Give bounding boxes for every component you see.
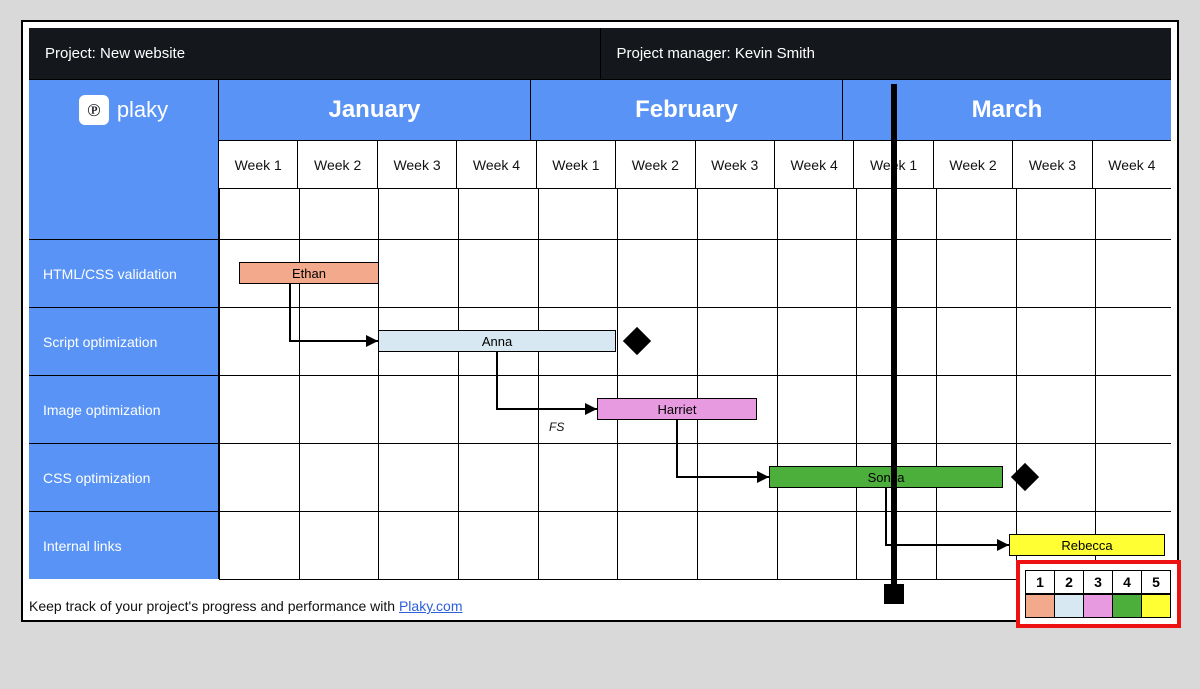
week-cell: Week 4 — [457, 141, 536, 188]
gantt-bar-anna[interactable]: Anna — [378, 330, 616, 352]
dependency-type-label: FS — [549, 420, 564, 434]
brand-text: plaky — [117, 97, 168, 123]
legend-swatch — [1083, 594, 1113, 618]
milestone-icon — [623, 327, 651, 355]
logo-under-spacer — [29, 140, 219, 188]
week-cell: Week 3 — [1013, 141, 1092, 188]
legend-num: 1 — [1025, 570, 1055, 594]
week-cell: Week 1 — [219, 141, 298, 188]
task-label: Script optimization — [29, 307, 219, 375]
footer-note: Keep track of your project's progress an… — [29, 598, 1171, 614]
gantt-bar-ethan[interactable]: Ethan — [239, 262, 379, 284]
task-label: CSS optimization — [29, 443, 219, 511]
plaky-icon: ℗ — [79, 95, 109, 125]
legend-num: 5 — [1141, 570, 1171, 594]
legend-num: 4 — [1112, 570, 1142, 594]
color-legend: 1 2 3 4 5 — [1016, 560, 1181, 628]
gantt-card: Project: New website Project manager: Ke… — [21, 20, 1179, 622]
project-title: Project: New website — [29, 28, 600, 79]
week-cell: Week 2 — [298, 141, 377, 188]
project-manager: Project manager: Kevin Smith — [600, 28, 1172, 79]
week-cell: Week 1 — [537, 141, 616, 188]
week-cell: Week 2 — [934, 141, 1013, 188]
brand-logo: ℗ plaky — [29, 80, 219, 140]
week-cell: Week 2 — [616, 141, 695, 188]
legend-swatch — [1054, 594, 1084, 618]
left-col-spacer — [29, 188, 219, 239]
legend-swatch — [1141, 594, 1171, 618]
week-cell: Week 4 — [775, 141, 854, 188]
footer-text: Keep track of your project's progress an… — [29, 598, 399, 614]
today-marker — [891, 84, 897, 594]
weeks-row: Week 1 Week 2 Week 3 Week 4 Week 1 Week … — [219, 140, 1171, 188]
task-label: Image optimization — [29, 375, 219, 443]
legend-num: 2 — [1054, 570, 1084, 594]
months-row: ℗ plaky January February March — [29, 80, 1171, 140]
month-cell: February — [531, 80, 843, 140]
week-cell: Week 3 — [378, 141, 457, 188]
project-header-bar: Project: New website Project manager: Ke… — [29, 28, 1171, 80]
legend-num: 3 — [1083, 570, 1113, 594]
legend-swatch — [1025, 594, 1055, 618]
plaky-link[interactable]: Plaky.com — [399, 598, 463, 614]
task-label: HTML/CSS validation — [29, 239, 219, 307]
task-label: Internal links — [29, 511, 219, 579]
week-cell: Week 3 — [696, 141, 775, 188]
month-cell: January — [219, 80, 531, 140]
gantt-bar-rebecca[interactable]: Rebecca — [1009, 534, 1165, 556]
gantt-canvas: Project: New website Project manager: Ke… — [29, 28, 1171, 580]
gantt-bar-sonya[interactable]: Sonya — [769, 466, 1003, 488]
gantt-bar-harriet[interactable]: Harriet — [597, 398, 757, 420]
legend-swatch — [1112, 594, 1142, 618]
week-cell: Week 4 — [1093, 141, 1171, 188]
